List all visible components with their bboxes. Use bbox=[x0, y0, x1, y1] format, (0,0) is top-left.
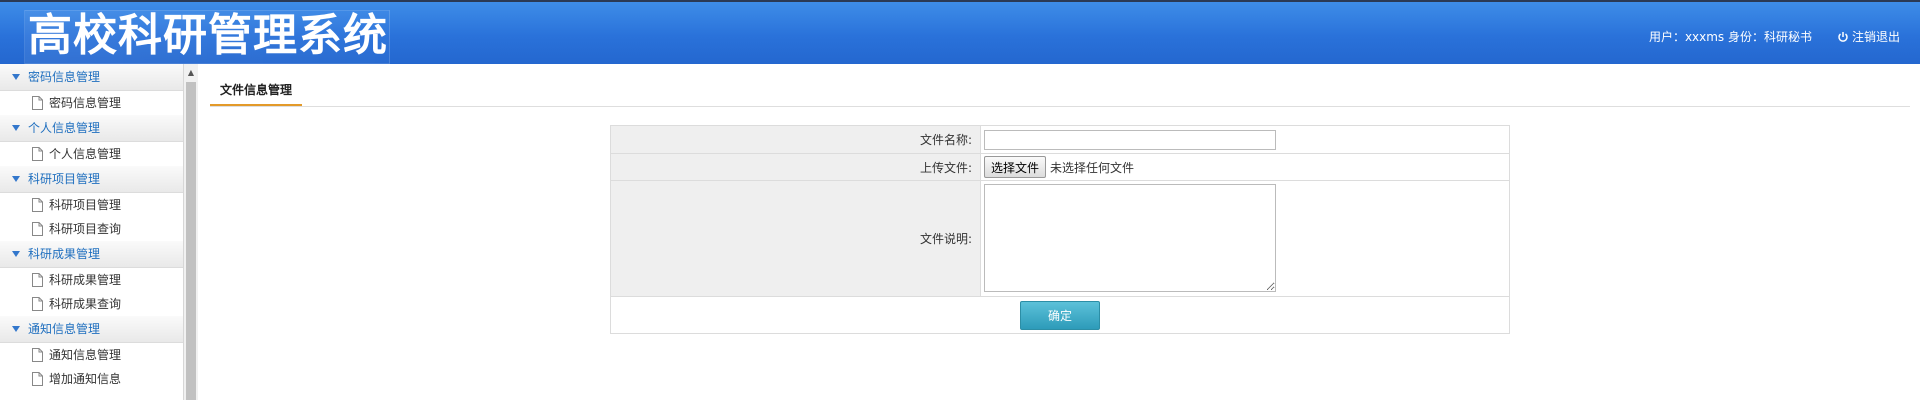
power-icon bbox=[1838, 32, 1848, 42]
sidebar-group-header[interactable]: 科研成果管理 bbox=[0, 241, 183, 268]
document-icon bbox=[32, 372, 43, 386]
sidebar-menu-item[interactable]: 密码信息管理 bbox=[0, 91, 183, 115]
sidebar-group-header[interactable]: 科研项目管理 bbox=[0, 166, 183, 193]
no-file-chosen-text: 未选择任何文件 bbox=[1050, 160, 1135, 175]
user-info: 用户：xxxms 身份：科研秘书 bbox=[1648, 30, 1812, 44]
file-name-label: 文件名称: bbox=[610, 125, 981, 154]
triangle-down-icon bbox=[12, 326, 20, 332]
logout-link[interactable]: 注销退出 bbox=[1837, 28, 1900, 45]
sidebar-menu-item[interactable]: 个人信息管理 bbox=[0, 142, 183, 166]
scrollbar-thumb[interactable] bbox=[186, 82, 196, 400]
sidebar-menu-item-label: 通知信息管理 bbox=[49, 348, 122, 362]
choose-file-button[interactable]: 选择文件 bbox=[984, 156, 1047, 178]
confirm-button[interactable]: 确定 bbox=[1020, 300, 1100, 330]
document-icon bbox=[32, 222, 43, 236]
file-info-form: 文件名称: 上传文件: 选择文件 未选择任何文件 文件说明: 确定 bbox=[610, 125, 1510, 334]
sidebar-group-header[interactable]: 个人信息管理 bbox=[0, 115, 183, 142]
triangle-down-icon bbox=[12, 251, 20, 257]
file-name-input[interactable] bbox=[984, 129, 1276, 150]
sidebar-menu-item[interactable]: 通知信息管理 bbox=[0, 343, 183, 367]
sidebar-group-label: 科研成果管理 bbox=[28, 247, 101, 261]
triangle-down-icon bbox=[12, 176, 20, 182]
arrow-up-icon[interactable]: ▲ bbox=[184, 68, 198, 78]
sidebar-menu-item[interactable]: 科研成果查询 bbox=[0, 292, 183, 316]
sidebar-menu-item-label: 科研成果管理 bbox=[49, 273, 122, 287]
sidebar-menu-item[interactable]: 科研项目管理 bbox=[0, 193, 183, 217]
document-icon bbox=[32, 147, 43, 161]
sidebar-menu-item-label: 科研成果查询 bbox=[49, 297, 122, 311]
app-title: 高校科研管理系统 bbox=[28, 10, 388, 61]
tab-bar: 文件信息管理 bbox=[210, 78, 1910, 107]
sidebar-group-label: 通知信息管理 bbox=[28, 322, 101, 336]
document-icon bbox=[32, 273, 43, 287]
sidebar-menu-item[interactable]: 科研项目查询 bbox=[0, 217, 183, 241]
sidebar-menu-item-label: 密码信息管理 bbox=[49, 96, 122, 110]
triangle-down-icon bbox=[12, 125, 20, 131]
sidebar-menu-item-label: 个人信息管理 bbox=[49, 147, 122, 161]
upload-file-label: 上传文件: bbox=[610, 153, 981, 181]
sidebar-group-header[interactable]: 密码信息管理 bbox=[0, 64, 183, 91]
sidebar-menu-item[interactable]: 增加通知信息 bbox=[0, 367, 183, 391]
sidebar-scrollbar[interactable]: ▲ bbox=[184, 64, 198, 400]
sidebar-menu-item[interactable]: 科研成果管理 bbox=[0, 268, 183, 292]
logout-label: 注销退出 bbox=[1851, 30, 1900, 44]
tab-file-info-management[interactable]: 文件信息管理 bbox=[210, 78, 303, 106]
file-description-textarea[interactable] bbox=[984, 184, 1276, 292]
document-icon bbox=[32, 297, 43, 311]
sidebar-menu-item-label: 科研项目查询 bbox=[49, 222, 122, 236]
sidebar-menu-item-label: 科研项目管理 bbox=[49, 198, 122, 212]
triangle-down-icon bbox=[12, 74, 20, 80]
top-header: 高校科研管理系统 用户：xxxms 身份：科研秘书 注销退出 bbox=[0, 0, 1920, 64]
sidebar-group-label: 科研项目管理 bbox=[28, 172, 101, 186]
sidebar-menu-item-label: 增加通知信息 bbox=[49, 372, 122, 386]
sidebar-group-label: 密码信息管理 bbox=[28, 70, 101, 84]
sidebar-group-header[interactable]: 通知信息管理 bbox=[0, 316, 183, 343]
sidebar-menu: 密码信息管理 密码信息管理 个人信息管理 个人信息管理 科研项目管理 科研项目管理 科研项目… bbox=[0, 64, 184, 400]
document-icon bbox=[32, 96, 43, 110]
sidebar-group-label: 个人信息管理 bbox=[28, 121, 101, 135]
document-icon bbox=[32, 198, 43, 212]
document-icon bbox=[32, 348, 43, 362]
file-description-label: 文件说明: bbox=[610, 180, 981, 297]
